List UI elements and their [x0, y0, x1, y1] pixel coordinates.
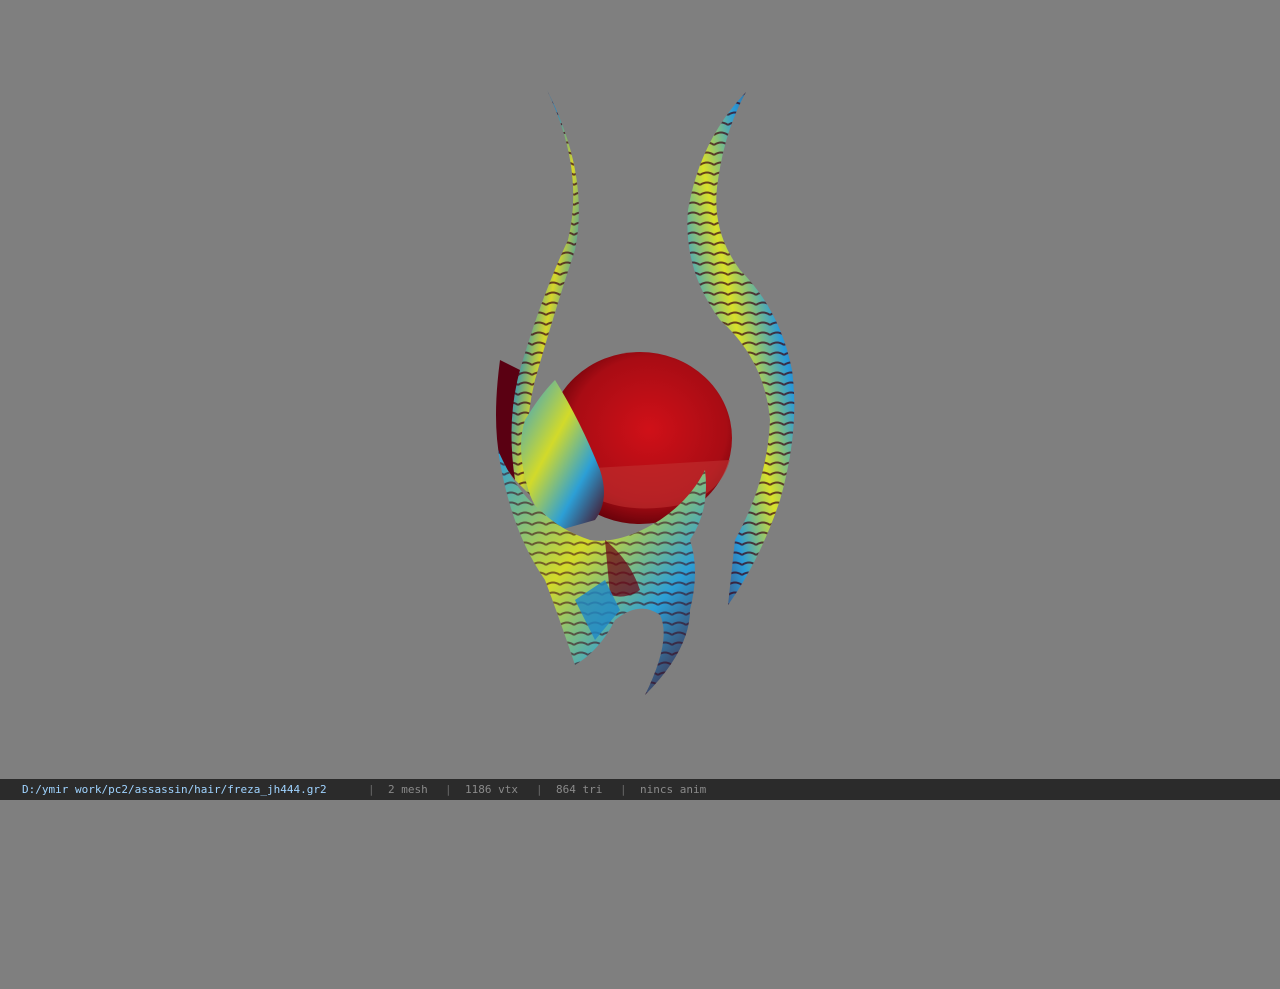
animation-status-label: nincs anim — [640, 783, 707, 796]
separator: | — [368, 783, 375, 796]
separator: | — [620, 783, 627, 796]
model-viewport[interactable] — [0, 0, 1280, 779]
right-horn-mesh — [687, 92, 795, 605]
mesh-count-label: 2 mesh — [388, 783, 428, 796]
status-bar: D:/ymir work/pc2/assassin/hair/freza_jh4… — [0, 779, 1280, 800]
file-path-label: D:/ymir work/pc2/assassin/hair/freza_jh4… — [22, 783, 327, 796]
helmet-model[interactable] — [0, 0, 1280, 779]
vertex-count-label: 1186 vtx — [465, 783, 518, 796]
separator: | — [536, 783, 543, 796]
separator: | — [445, 783, 452, 796]
triangle-count-label: 864 tri — [556, 783, 603, 796]
